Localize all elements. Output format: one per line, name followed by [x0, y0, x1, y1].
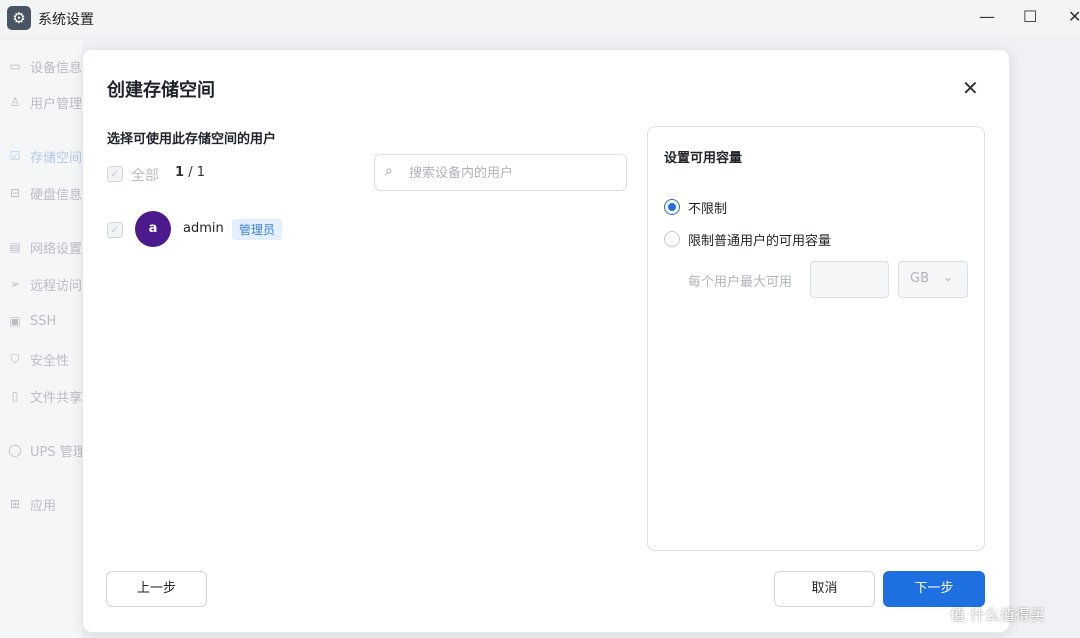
monitor-icon: ▭: [9, 59, 21, 73]
minimize-button[interactable]: —: [979, 8, 995, 26]
sidebar-item-storage[interactable]: ☑ 存储空间: [8, 145, 82, 167]
gear-icon: ⚙: [7, 6, 31, 30]
sidebar-item-remote[interactable]: ➢ 远程访问: [8, 273, 82, 295]
sidebar-item-ups[interactable]: ◯ UPS 管理: [8, 439, 86, 461]
sidebar-item-users[interactable]: ♙ 用户管理: [8, 91, 82, 113]
selected-count: 1: [175, 165, 185, 180]
dialog-title: 创建存储空间: [107, 80, 215, 101]
sidebar-item-disk[interactable]: ⊟ 硬盘信息: [8, 182, 82, 204]
close-icon[interactable]: ✕: [962, 76, 979, 100]
send-icon: ➢: [9, 277, 21, 291]
sidebar-item-label: 远程访问: [30, 278, 83, 294]
avatar: a: [135, 211, 171, 247]
user-icon: ♙: [9, 95, 21, 109]
network-icon: ▤: [9, 240, 21, 254]
file-icon: ▯: [11, 389, 19, 403]
sidebar-item-label: 文件共享: [30, 390, 83, 406]
role-badge: 管理员: [232, 219, 283, 240]
next-step-button[interactable]: 下一步: [883, 571, 985, 607]
sidebar-item-file-sharing[interactable]: ▯ 文件共享: [8, 385, 82, 407]
cancel-button[interactable]: 取消: [774, 571, 875, 607]
sidebar-item-label: SSH: [30, 313, 57, 329]
user-name: admin: [183, 221, 224, 236]
chevron-down-icon: ⌄: [943, 270, 954, 284]
user-checkbox[interactable]: ✓: [107, 222, 123, 238]
sidebar-item-device-info[interactable]: ▭ 设备信息: [8, 55, 82, 77]
maximize-button[interactable]: ☐: [1023, 8, 1037, 26]
user-search-box[interactable]: ⌕: [374, 154, 627, 191]
select-all-checkbox[interactable]: ✓: [107, 166, 123, 182]
sidebar-item-ssh[interactable]: ▣ SSH: [8, 310, 56, 332]
sidebar-item-label: 用户管理: [30, 96, 83, 112]
select-all-label: 全部: [131, 168, 159, 184]
unit-value: GB: [910, 271, 929, 286]
sidebar-item-apps[interactable]: ⊞ 应用: [8, 493, 56, 515]
sidebar-item-label: 应用: [30, 498, 57, 514]
prev-step-button[interactable]: 上一步: [106, 571, 207, 607]
sidebar-item-label: 存储空间: [30, 150, 83, 166]
sidebar-item-label: 硬盘信息: [30, 187, 83, 203]
watermark-logo: 值 什么值得买: [950, 606, 1045, 624]
capacity-input[interactable]: [810, 261, 889, 298]
unit-select[interactable]: GB ⌄: [898, 261, 968, 298]
capacity-panel: 设置可用容量 不限制 限制普通用户的可用容量 每个用户最大可用 GB ⌄: [647, 126, 985, 551]
radio-unlimited-label[interactable]: 不限制: [688, 198, 727, 217]
capacity-panel-title: 设置可用容量: [664, 151, 743, 166]
total-count: / 1: [188, 165, 205, 180]
apps-icon: ⊞: [9, 497, 21, 511]
max-per-user-label: 每个用户最大可用: [688, 275, 793, 290]
users-section-label: 选择可使用此存储空间的用户: [107, 132, 277, 147]
selection-count: 1 / 1: [175, 165, 205, 180]
search-input[interactable]: [407, 163, 621, 183]
radio-unlimited[interactable]: [664, 199, 680, 215]
sidebar-item-label: 设备信息: [30, 60, 83, 76]
ups-icon: ◯: [8, 443, 22, 457]
search-icon: ⌕: [385, 163, 393, 179]
disk-icon: ⊟: [9, 186, 21, 200]
sidebar-item-label: UPS 管理: [30, 444, 86, 460]
create-storage-dialog: 创建存储空间 ✕ 选择可使用此存储空间的用户 ✓ 全部 1 / 1 ⌕ ✓ a …: [82, 49, 1010, 633]
sidebar-item-network[interactable]: ▤ 网络设置: [8, 236, 82, 258]
sidebar-item-label: 网络设置: [30, 241, 83, 257]
sidebar-item-label: 安全性: [30, 353, 70, 369]
radio-limit[interactable]: [664, 231, 680, 247]
storage-icon: ☑: [9, 149, 21, 163]
terminal-icon: ▣: [9, 314, 21, 328]
window-title: 系统设置: [38, 12, 94, 28]
title-bar: ⚙ 系统设置 — ☐ ✕: [0, 0, 1080, 36]
radio-limit-label[interactable]: 限制普通用户的可用容量: [688, 230, 831, 249]
sidebar: ▭ 设备信息 ♙ 用户管理 ☑ 存储空间 ⊟ 硬盘信息 ▤ 网络设置 ➢ 远程访…: [0, 40, 86, 638]
close-window-button[interactable]: ✕: [1068, 8, 1080, 26]
sidebar-item-security[interactable]: ⛉ 安全性: [8, 348, 69, 370]
shield-icon: ⛉: [10, 351, 20, 366]
